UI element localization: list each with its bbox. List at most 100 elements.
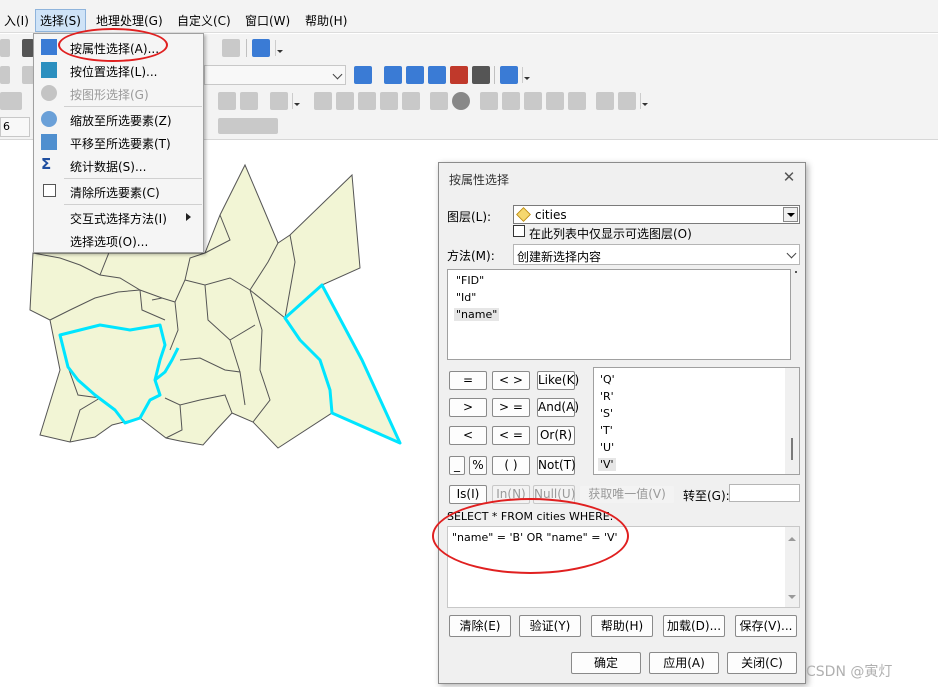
operator-less-button[interactable]: <: [449, 426, 487, 445]
cross-icon[interactable]: [380, 92, 398, 110]
save-button[interactable]: 保存(V)...: [735, 615, 797, 637]
apply-button[interactable]: 应用(A): [649, 652, 719, 674]
operator-not-equal-button[interactable]: < >: [492, 371, 530, 390]
location-select-icon: [41, 62, 57, 78]
load-button[interactable]: 加载(D)...: [663, 615, 725, 637]
close-icon[interactable]: ✕: [781, 169, 797, 185]
line-icon[interactable]: [402, 92, 420, 110]
select-box-icon[interactable]: [314, 92, 332, 110]
menu-item-select-by-graphics[interactable]: 按图形选择(G): [35, 82, 203, 104]
chevron-down-icon: [786, 248, 797, 259]
value-item[interactable]: 'Q': [600, 373, 615, 386]
layer-select[interactable]: cities: [513, 205, 800, 224]
edit-tool-icon[interactable]: [0, 92, 22, 110]
attributes-icon[interactable]: [218, 92, 236, 110]
grid-icon[interactable]: [546, 92, 564, 110]
network-icon[interactable]: [430, 92, 448, 110]
menu-window[interactable]: 窗口(W): [241, 10, 294, 31]
table-icon[interactable]: [384, 66, 402, 84]
scroll-thumb[interactable]: [791, 438, 793, 460]
toolbar-icon[interactable]: [0, 39, 10, 57]
table-select-icon: [41, 39, 57, 55]
topology-icon[interactable]: [480, 92, 498, 110]
operator-like-button[interactable]: Like(K): [537, 371, 579, 390]
menu-item-pan-to-selected[interactable]: 平移至所选要素(T): [35, 131, 203, 153]
toolbar-dropdown[interactable]: [522, 67, 530, 83]
menu-help[interactable]: 帮助(H): [301, 10, 351, 31]
value-item[interactable]: 'S': [600, 407, 613, 420]
operator-equal-button[interactable]: =: [449, 371, 487, 390]
python-window-icon[interactable]: [472, 66, 490, 84]
field-item-selected[interactable]: "name": [454, 308, 500, 321]
toolbar-icons-group[interactable]: [218, 118, 278, 134]
menu-item-statistics[interactable]: Σ 统计数据(S)...: [35, 154, 203, 176]
menu-item-selection-options[interactable]: 选择选项(O)...: [35, 229, 203, 251]
operator-less-equal-button[interactable]: < =: [492, 426, 530, 445]
values-scrollbar[interactable]: [785, 368, 799, 474]
is-button[interactable]: Is(I): [449, 485, 487, 504]
operator-greater-button[interactable]: >: [449, 398, 487, 417]
operator-paren-button[interactable]: ( ): [492, 456, 530, 475]
value-item[interactable]: 'R': [600, 390, 614, 403]
verify-button[interactable]: 验证(Y): [519, 615, 581, 637]
toolbar-dropdown[interactable]: [292, 93, 300, 109]
clear-button[interactable]: 清除(E): [449, 615, 511, 637]
close-button[interactable]: 关闭(C): [727, 652, 797, 674]
shape-icon[interactable]: [618, 92, 636, 110]
zoom-window-icon[interactable]: [252, 39, 270, 57]
operator-not-button[interactable]: Not(T): [537, 456, 576, 475]
goto-input[interactable]: [729, 484, 800, 502]
toolbar-dropdown[interactable]: [640, 93, 648, 109]
unique-values-list[interactable]: 'Q' 'R' 'S' 'T' 'U' 'V': [593, 367, 800, 475]
operator-or-button[interactable]: Or(R): [537, 426, 575, 445]
only-selectable-checkbox[interactable]: [513, 225, 525, 237]
adjust-icon[interactable]: [524, 92, 542, 110]
get-unique-values-button[interactable]: 获取唯一值(V): [579, 485, 675, 504]
rotate-icon[interactable]: [502, 92, 520, 110]
field-item[interactable]: "FID": [456, 274, 484, 287]
snap-icon[interactable]: [358, 92, 376, 110]
graphic-select-icon: [41, 85, 57, 101]
fields-list[interactable]: "FID" "Id" "name": [447, 269, 791, 360]
menu-item-select-by-location[interactable]: 按位置选择(L)...: [35, 59, 203, 81]
menu-customize[interactable]: 自定义(C): [173, 10, 235, 31]
catalog-icon[interactable]: [428, 66, 446, 84]
scroll-up-icon[interactable]: [788, 533, 796, 541]
help-button[interactable]: 帮助(H): [591, 615, 653, 637]
menu-item-zoom-to-selected[interactable]: 缩放至所选要素(Z): [35, 108, 203, 130]
operator-and-button[interactable]: And(A): [537, 398, 579, 417]
toolbar-combo[interactable]: [204, 65, 346, 85]
clock-icon[interactable]: [222, 39, 240, 57]
operator-greater-equal-button[interactable]: > =: [492, 398, 530, 417]
toolbar-dropdown[interactable]: [275, 40, 283, 56]
layout-icon[interactable]: [406, 66, 424, 84]
method-label: 方法(M):: [447, 249, 495, 263]
edit-vertices-icon[interactable]: [270, 92, 288, 110]
menu-item-clear-selection[interactable]: 清除所选要素(C): [35, 180, 203, 202]
field-item[interactable]: "Id": [456, 291, 476, 304]
model-builder-icon[interactable]: [500, 66, 518, 84]
annotation-ellipse: [58, 28, 168, 62]
sphere-icon[interactable]: [452, 92, 470, 110]
method-select[interactable]: 创建新选择内容: [513, 244, 800, 265]
cog-icon[interactable]: [596, 92, 614, 110]
menu-selection[interactable]: 选择(S): [35, 9, 86, 32]
menu-item-interactive-selection-method[interactable]: 交互式选择方法(I): [35, 206, 203, 228]
transform-icon[interactable]: [568, 92, 586, 110]
scale-combo[interactable]: 6: [0, 117, 30, 137]
operator-percent-button[interactable]: %: [469, 456, 487, 475]
sql-scrollbar[interactable]: [785, 527, 799, 607]
vertex-icon[interactable]: [336, 92, 354, 110]
editor-icon[interactable]: [354, 66, 372, 84]
menu-insert[interactable]: 入(I): [0, 10, 33, 31]
value-item-selected[interactable]: 'V': [598, 458, 616, 471]
dropdown-arrow-icon[interactable]: [783, 207, 798, 222]
operator-underscore-button[interactable]: _: [449, 456, 465, 475]
arctoolbox-icon[interactable]: [450, 66, 468, 84]
ok-button[interactable]: 确定: [571, 652, 641, 674]
toolbar-icon[interactable]: [0, 66, 10, 84]
value-item[interactable]: 'U': [600, 441, 614, 454]
sketch-icon[interactable]: [240, 92, 258, 110]
value-item[interactable]: 'T': [600, 424, 613, 437]
scroll-down-icon[interactable]: [788, 595, 796, 603]
